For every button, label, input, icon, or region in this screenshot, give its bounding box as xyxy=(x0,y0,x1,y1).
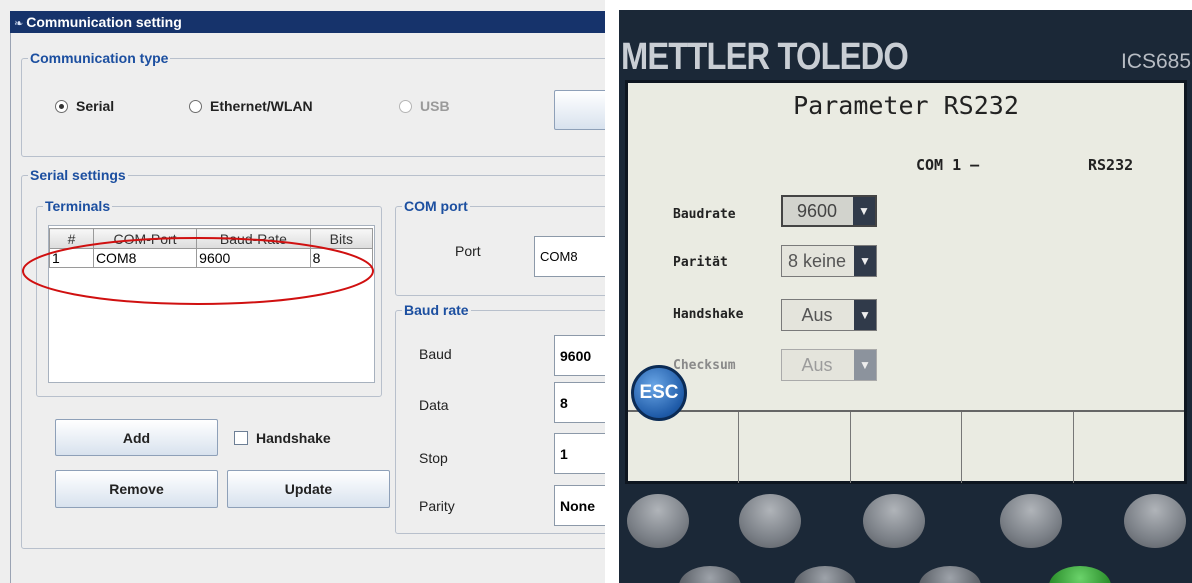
checksum-dropdown: Aus ▼ xyxy=(781,349,877,381)
checksum-label: Checksum xyxy=(673,358,736,373)
stop-bits-select[interactable]: 1 xyxy=(554,433,605,474)
lower-key-1[interactable] xyxy=(679,566,741,583)
dialog-title: Communication setting xyxy=(26,14,182,30)
hardware-key-1[interactable] xyxy=(627,494,689,548)
stop-label: Stop xyxy=(419,450,448,466)
baud-label: Baud xyxy=(419,346,452,362)
remove-button[interactable]: Remove xyxy=(55,470,218,508)
checksum-value: Aus xyxy=(801,354,833,375)
baud-rate-legend: Baud rate xyxy=(404,302,469,318)
communication-type-legend: Communication type xyxy=(30,50,169,66)
radio-usb-indicator xyxy=(399,99,412,113)
com-port-legend: COM port xyxy=(404,198,468,214)
softkey-4[interactable] xyxy=(962,412,1074,483)
handshake-label-terminal: Handshake xyxy=(673,307,744,322)
lower-key-2[interactable] xyxy=(794,566,856,583)
softkey-2[interactable] xyxy=(739,412,851,483)
softkey-row xyxy=(628,410,1184,483)
lower-key-3[interactable] xyxy=(919,566,981,583)
softkey-5[interactable] xyxy=(1074,412,1184,483)
hardware-key-3[interactable] xyxy=(863,494,925,548)
handshake-value: Aus xyxy=(801,304,833,325)
parity-select[interactable]: None xyxy=(554,485,605,526)
serial-settings-legend: Serial settings xyxy=(30,167,126,183)
baud-select[interactable]: 9600 xyxy=(554,335,605,376)
terminal-device-photo: METTLER TOLEDO ICS685 Parameter RS232 CO… xyxy=(619,10,1192,583)
paritaet-label: Parität xyxy=(673,255,728,270)
data-bits-select[interactable]: 8 xyxy=(554,382,605,423)
highlight-ellipse xyxy=(22,237,374,305)
port-label: Port xyxy=(455,243,481,259)
radio-usb-label: USB xyxy=(420,98,450,114)
brand-logo: METTLER TOLEDO xyxy=(621,36,909,78)
radio-ethernet-label: Ethernet/WLAN xyxy=(210,98,313,114)
handshake-checkbox-box[interactable] xyxy=(234,431,248,445)
softkey-3[interactable] xyxy=(851,412,963,483)
handshake-dropdown[interactable]: Aus ▼ xyxy=(781,299,877,331)
esc-button[interactable]: ESC xyxy=(631,365,687,421)
radio-serial-indicator[interactable] xyxy=(55,99,68,113)
radio-serial-label: Serial xyxy=(76,98,115,114)
screen-title: Parameter RS232 xyxy=(793,91,1019,120)
radio-usb: USB xyxy=(399,98,450,114)
hardware-key-4[interactable] xyxy=(1000,494,1062,548)
hardware-key-2[interactable] xyxy=(739,494,801,548)
model-label: ICS685 xyxy=(1121,50,1192,73)
dialog-titlebar: ❧ Communication setting xyxy=(10,11,605,33)
update-button[interactable]: Update xyxy=(227,470,390,508)
comm-type-action-button[interactable] xyxy=(554,90,605,130)
baudrate-label: Baudrate xyxy=(673,207,736,222)
radio-ethernet-indicator[interactable] xyxy=(189,99,202,113)
interface-label: RS232 xyxy=(1088,156,1134,174)
baudrate-dropdown[interactable]: 9600 ▼ xyxy=(781,195,877,227)
terminal-screen: Parameter RS232 COM 1 – RS232 Baudrate 9… xyxy=(625,80,1187,484)
chevron-down-icon: ▼ xyxy=(854,350,876,380)
chevron-down-icon[interactable]: ▼ xyxy=(854,246,876,276)
handshake-checkbox[interactable]: Handshake xyxy=(234,430,331,446)
parity-label: Parity xyxy=(419,498,455,514)
handshake-label: Handshake xyxy=(256,430,331,446)
add-button[interactable]: Add xyxy=(55,419,218,456)
chevron-down-icon[interactable]: ▼ xyxy=(853,197,875,225)
data-label: Data xyxy=(419,397,449,413)
com-port-label: COM 1 – xyxy=(916,156,980,174)
radio-ethernet-wlan[interactable]: Ethernet/WLAN xyxy=(189,98,313,114)
radio-serial[interactable]: Serial xyxy=(55,98,114,114)
paritaet-value: 8 keine xyxy=(787,250,847,271)
softkey-1[interactable] xyxy=(628,412,740,483)
hardware-key-5[interactable] xyxy=(1124,494,1186,548)
communication-setting-dialog: ❧ Communication setting Communication typ… xyxy=(0,0,605,583)
paritaet-dropdown[interactable]: 8 keine ▼ xyxy=(781,245,877,277)
port-select[interactable]: COM8 xyxy=(534,236,605,277)
lower-key-green[interactable] xyxy=(1049,566,1111,583)
app-icon: ❧ xyxy=(14,18,24,30)
terminals-legend: Terminals xyxy=(45,198,111,214)
baudrate-value: 9600 xyxy=(796,200,838,221)
chevron-down-icon[interactable]: ▼ xyxy=(854,300,876,330)
